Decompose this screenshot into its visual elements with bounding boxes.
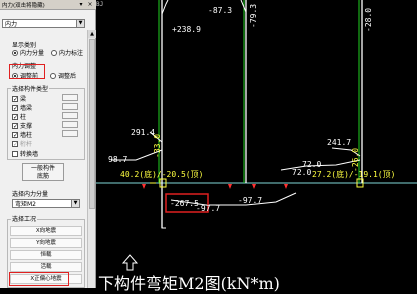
member-type-label: 选择构件类型 <box>11 84 50 93</box>
scroll-up-icon[interactable]: ▲ <box>88 30 96 38</box>
wall-column-color-button[interactable] <box>62 130 78 137</box>
label-7: 241.7 <box>327 138 352 147</box>
check-beam[interactable]: ✓ 梁 <box>12 94 26 103</box>
component-select[interactable]: 弯矩M2 ▼ <box>12 199 80 208</box>
component-label: 选择内力分量 <box>11 189 50 198</box>
highlight-before-adjust <box>9 64 45 79</box>
dock-icon[interactable]: ▾ <box>77 1 85 9</box>
scroll-thumb[interactable] <box>89 39 95 209</box>
label-12: 72.0 <box>302 160 322 169</box>
case-label: 选择工况 <box>11 214 38 223</box>
radio-force-component[interactable]: 内力分量 <box>12 48 44 57</box>
radio-after-adjust[interactable]: 调整后 <box>50 71 76 80</box>
label-13: 27.2(底)/-19.1(顶) <box>312 170 396 179</box>
chevron-down-icon: ▼ <box>71 200 79 207</box>
brace-color-button[interactable] <box>62 121 78 128</box>
label-1: -87.3 <box>208 6 233 15</box>
label-2: +238.9 <box>172 25 201 34</box>
label-16: -267.5 <box>170 199 199 208</box>
case-live-load[interactable]: 活载 <box>10 262 82 272</box>
highlight-x-eccentric <box>9 272 69 286</box>
tick-red-4 <box>142 184 146 189</box>
case-dead-load[interactable]: 恒载 <box>10 250 82 260</box>
label-3: -79.3 <box>249 3 258 28</box>
check-wall-column[interactable]: ✓ 墙柱 <box>12 130 32 139</box>
frame-tag: BJ <box>96 1 103 8</box>
chevron-down-icon: ▼ <box>76 20 84 27</box>
moment-diagram: BJ <box>96 0 417 271</box>
label-5: 291.4 <box>131 128 156 137</box>
wall-beam-color-button[interactable] <box>62 103 78 110</box>
label-6: -33.0 <box>153 133 162 158</box>
case-x-seismic[interactable]: X向地震 <box>10 226 82 236</box>
column-color-button[interactable] <box>62 112 78 119</box>
case-y-seismic[interactable]: Y向地震 <box>10 238 82 248</box>
beam-color-button[interactable] <box>62 94 78 101</box>
panel-scrollbar[interactable]: ▲ <box>87 30 96 288</box>
panel-title: 内力(双击将隐藏) <box>2 2 45 9</box>
general-member-button[interactable]: 一般构件 底筋 <box>22 163 64 181</box>
pointer-arrow-icon <box>121 254 139 271</box>
check-column[interactable]: ✓ 柱 <box>12 112 26 121</box>
moment-curve-top <box>161 0 169 30</box>
radio-force-label[interactable]: 内力标注 <box>51 48 83 57</box>
label-15: -97.7 <box>238 196 263 205</box>
diagram-caption: 下构件弯矩M2图(kN*m) <box>98 274 280 293</box>
label-4: -28.0 <box>364 7 373 32</box>
check-truss[interactable]: ✓ 桁杆 <box>12 139 32 148</box>
check-brace[interactable]: ✓ 支撑 <box>12 121 32 130</box>
panel-titlebar: 内力(双击将隐藏) ▾ × <box>0 0 96 10</box>
drawing-canvas[interactable]: BJ -87.3 +238.9 -79.3 -28.0 291.4 -33.0 … <box>96 0 417 293</box>
check-transfer-wall[interactable]: 转换墙 <box>12 149 38 158</box>
label-11: 72.0 <box>292 168 312 177</box>
internal-force-panel: 内力(双击将隐藏) ▾ × 内力 ▼ ▲ 显示类别 内力分量 内力标注 内力调整… <box>0 0 96 288</box>
label-9: 98.7 <box>108 155 128 164</box>
close-icon[interactable]: × <box>86 1 94 9</box>
tick-red-1 <box>228 184 232 189</box>
label-10: 40.2(底)/-20.5(顶) <box>120 170 204 179</box>
type-select[interactable]: 内力 ▼ <box>2 19 85 28</box>
tick-red-3 <box>284 184 288 189</box>
label-14: -97.7 <box>196 204 221 213</box>
check-wall-beam[interactable]: ✓ 墙梁 <box>12 103 32 112</box>
tick-red-2 <box>252 184 256 189</box>
